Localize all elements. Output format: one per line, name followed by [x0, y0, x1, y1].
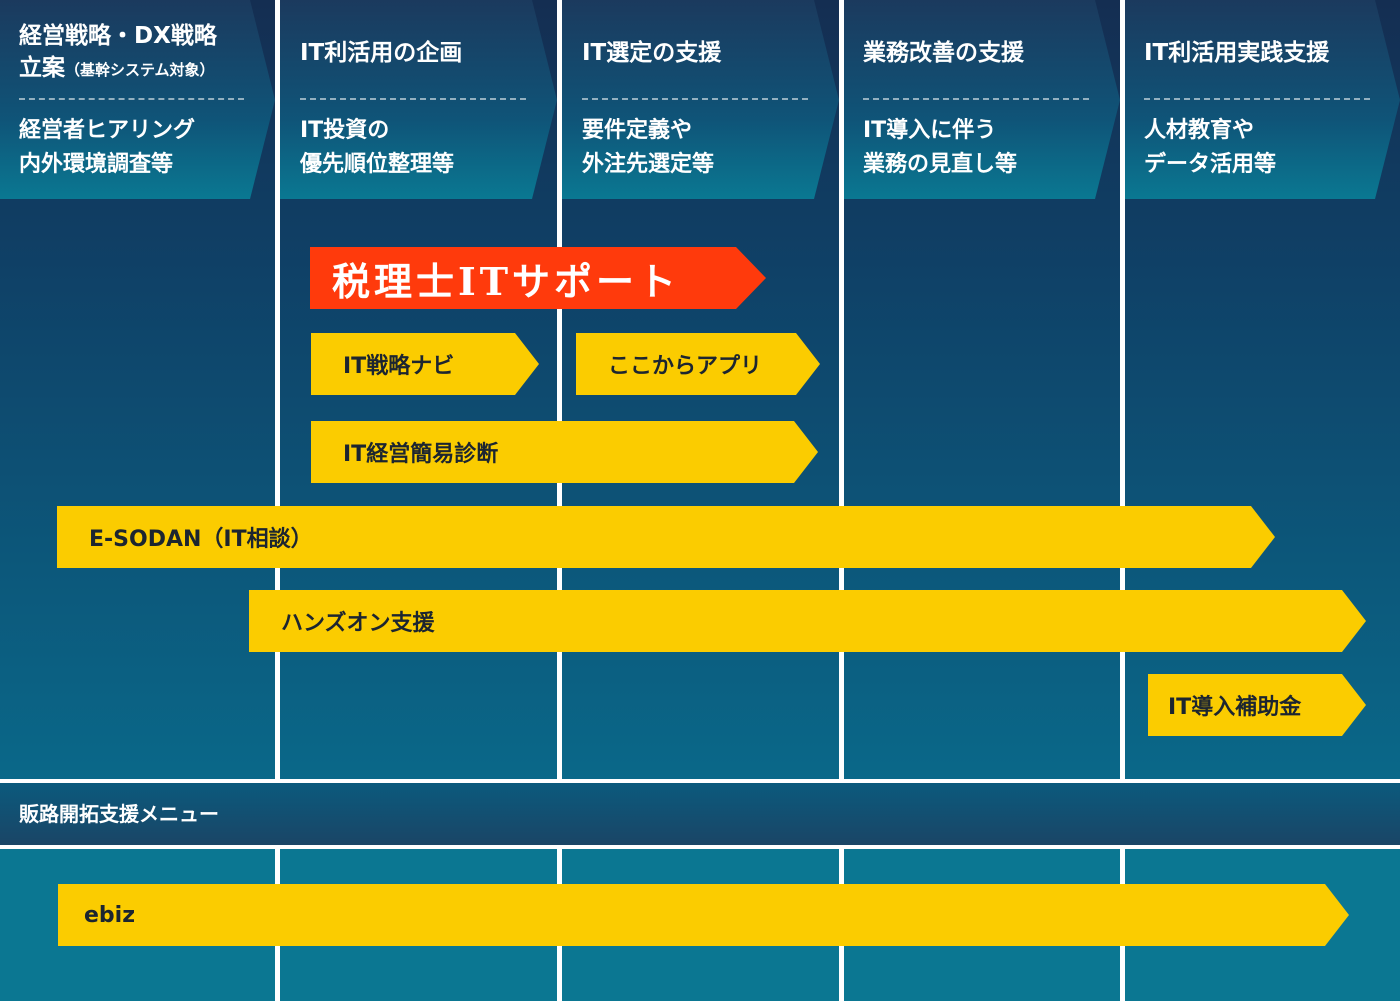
column-header-4-desc-2: 業務の見直し等: [863, 152, 1018, 177]
it-strategy-navi-arrow[interactable]: IT戦略ナビ: [311, 333, 539, 395]
column-header-2-desc-1: IT投資の: [300, 118, 390, 143]
kokokara-app-label: ここからアプリ: [608, 354, 763, 379]
hands-on-support-arrow[interactable]: ハンズオン支援: [249, 590, 1366, 652]
column-header-2-desc-2: 優先順位整理等: [300, 152, 455, 177]
esodan-arrow[interactable]: E-SODAN（IT相談）: [57, 506, 1275, 568]
column-header-4: 業務改善の支援 IT導入に伴う 業務の見直し等: [844, 0, 1120, 199]
column-header-2: IT利活用の企画 IT投資の 優先順位整理等: [280, 0, 557, 199]
column-header-5-title: IT利活用実践支援: [1144, 40, 1330, 66]
column-header-4-desc-1: IT導入に伴う: [863, 118, 997, 143]
kokokara-app-arrow[interactable]: ここからアプリ: [576, 333, 820, 395]
column-header-2-title: IT利活用の企画: [300, 40, 463, 66]
tax-accountant-it-support-label: 税理士ITサポート: [332, 258, 681, 304]
column-header-1-desc-2: 内外環境調査等: [19, 152, 174, 177]
column-header-2-divider: [300, 98, 526, 100]
column-header-5-desc-2: データ活用等: [1144, 152, 1277, 177]
ebiz-arrow[interactable]: ebiz: [58, 884, 1349, 946]
column-header-5-desc-1: 人材教育や: [1144, 118, 1255, 143]
column-header-3-desc-2: 外注先選定等: [582, 152, 715, 177]
it-strategy-navi-label: IT戦略ナビ: [343, 354, 455, 379]
column-header-1-title-note: （基幹システム対象）: [65, 61, 215, 79]
column-header-5-divider: [1144, 98, 1370, 100]
esodan-label: E-SODAN（IT相談）: [89, 527, 313, 552]
column-header-4-title: 業務改善の支援: [863, 40, 1024, 66]
ebiz-label: ebiz: [84, 902, 136, 928]
column-header-3-title: IT選定の支援: [582, 40, 722, 66]
column-header-3-divider: [582, 98, 808, 100]
column-header-4-divider: [863, 98, 1089, 100]
column-header-3: IT選定の支援 要件定義や 外注先選定等: [562, 0, 839, 199]
column-header-1-title-2: 立案: [19, 55, 65, 81]
it-management-diagnosis-arrow[interactable]: IT経営簡易診断: [311, 421, 818, 483]
tax-accountant-it-support-banner[interactable]: 税理士ITサポート: [310, 247, 766, 309]
column-header-1-divider: [19, 98, 244, 100]
it-management-diagnosis-label: IT経営簡易診断: [343, 442, 499, 467]
it-subsidy-label: IT導入補助金: [1168, 695, 1302, 720]
column-header-5: IT利活用実践支援 人材教育や データ活用等: [1125, 0, 1400, 199]
sales-support-label: 販路開拓支援メニュー: [19, 802, 219, 826]
column-header-3-desc-1: 要件定義や: [582, 118, 693, 143]
it-subsidy-arrow[interactable]: IT導入補助金: [1148, 674, 1366, 736]
column-header-1-desc-1: 経営者ヒアリング: [19, 118, 196, 143]
hands-on-support-label: ハンズオン支援: [281, 611, 435, 636]
column-header-1-title: 経営戦略・DX戦略: [19, 23, 217, 49]
sales-support-band: 販路開拓支援メニュー: [0, 783, 1400, 845]
column-header-1: 経営戦略・DX戦略 立案（基幹システム対象） 経営者ヒアリング 内外環境調査等: [0, 0, 275, 199]
